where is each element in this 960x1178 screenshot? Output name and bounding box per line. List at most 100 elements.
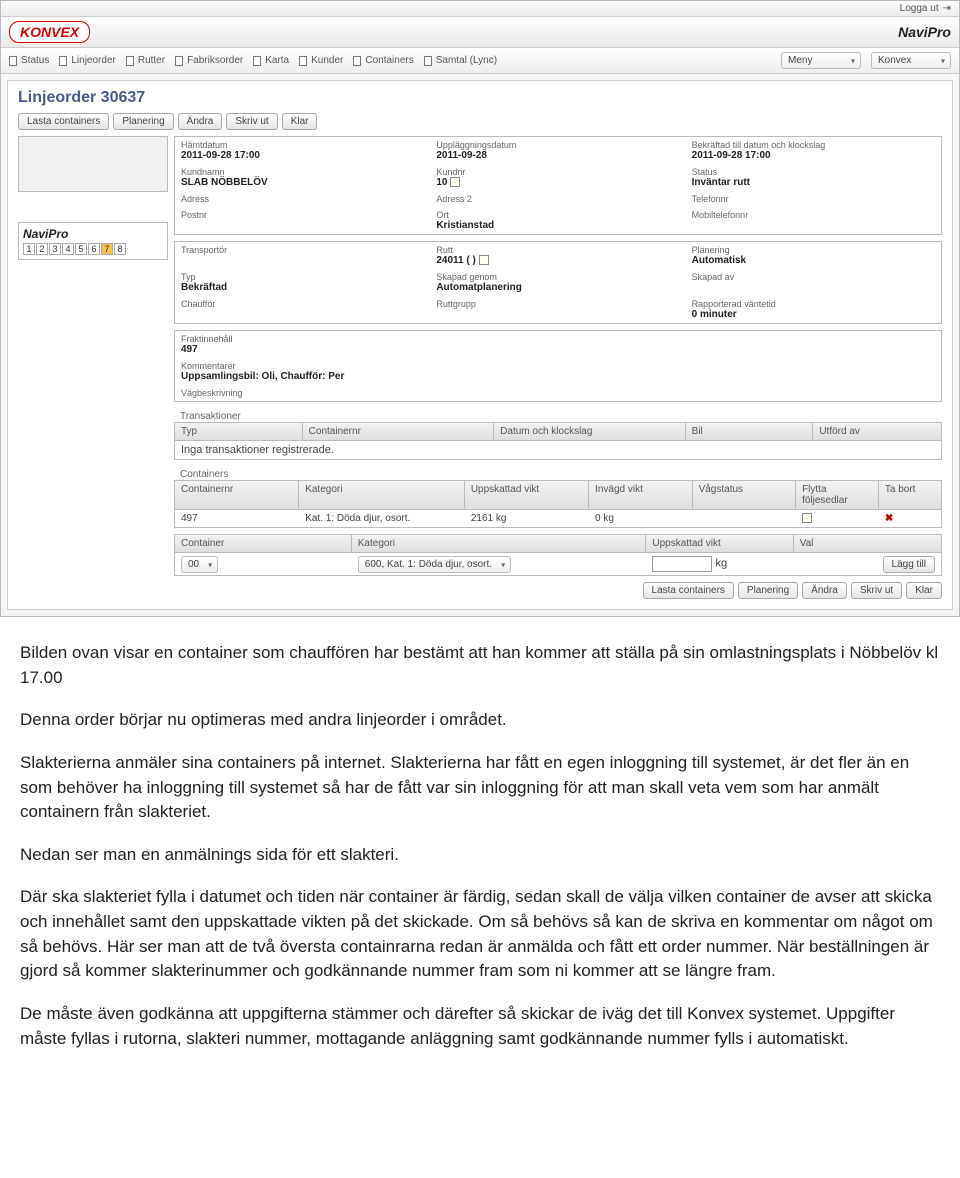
rapporterad-label: Rapporterad väntetid	[692, 299, 935, 309]
transportor-label: Transportör	[181, 245, 424, 255]
nav-kunder[interactable]: Kunder	[299, 55, 343, 66]
pager-page[interactable]: 8	[114, 243, 126, 255]
nav-status[interactable]: Status	[9, 55, 49, 66]
nav-containers[interactable]: Containers	[353, 55, 413, 66]
order-info-panel: Hämtdatum2011-09-28 17:00 Uppläggningsda…	[174, 136, 942, 235]
upplaggning-label: Uppläggningsdatum	[436, 140, 679, 150]
page-icon	[253, 56, 261, 66]
postnr-label: Postnr	[181, 210, 424, 220]
page-icon	[59, 56, 67, 66]
pager-page[interactable]: 1	[23, 243, 35, 255]
nav-linjeorder[interactable]: Linjeorder	[59, 55, 115, 66]
vikt-unit: kg	[715, 558, 727, 570]
trans-col-containernr: Containernr	[303, 423, 495, 440]
skapad-genom-label: Skapad genom	[436, 272, 679, 282]
adress-label: Adress	[181, 194, 424, 204]
cont-col-flytta: Flytta följesedlar	[796, 481, 879, 509]
edit-icon[interactable]	[479, 255, 489, 265]
doc-p2: Denna order börjar nu optimeras med andr…	[20, 708, 940, 733]
map-widget[interactable]: NaviPro 1 2 3 4 5 6 7 8	[18, 222, 168, 260]
planering-label: Planering	[692, 245, 935, 255]
lagg-till-button[interactable]: Lägg till	[883, 556, 935, 573]
trans-empty: Inga transaktioner registrerade.	[175, 441, 941, 459]
doc-p1: Bilden ovan visar en container som chauf…	[20, 641, 940, 690]
skapad-genom-value: Automatplanering	[436, 282, 679, 293]
planering-button-footer[interactable]: Planering	[738, 582, 798, 599]
pager-page[interactable]: 5	[75, 243, 87, 255]
document-body: Bilden ovan visar en container som chauf…	[0, 617, 960, 1109]
page-title: Linjeorder 30637	[18, 89, 942, 107]
thumbnail[interactable]	[18, 136, 168, 192]
page-icon	[126, 56, 134, 66]
logout-link[interactable]: Logga ut	[900, 3, 939, 14]
doc-p5: Där ska slakteriet fylla i datumet och t…	[20, 885, 940, 984]
konvex-logo: KONVEX	[9, 21, 90, 43]
klar-button[interactable]: Klar	[282, 113, 318, 130]
pager-page[interactable]: 2	[36, 243, 48, 255]
pager-page[interactable]: 6	[88, 243, 100, 255]
add-container-panel: Container Kategori Uppskattad vikt Val 0…	[174, 534, 942, 576]
nav-samtal[interactable]: Samtal (Lync)	[424, 55, 497, 66]
lasta-button[interactable]: Lasta containers	[18, 113, 109, 130]
ort-value: Kristianstad	[436, 220, 679, 231]
status-label: Status	[692, 167, 935, 177]
planering-button[interactable]: Planering	[113, 113, 173, 130]
fraktinnehall-value: 497	[181, 344, 935, 355]
bekraftad-value: 2011-09-28 17:00	[692, 150, 935, 161]
skrivut-button[interactable]: Skriv ut	[226, 113, 277, 130]
vikt-input[interactable]	[652, 556, 712, 572]
skapad-av-label: Skapad av	[692, 272, 935, 282]
chauffor-label: Chaufför	[181, 299, 424, 309]
container-row: 497 Kat. 1: Döda djur, osort. 2161 kg 0 …	[175, 510, 941, 527]
fraktinnehall-label: Fraktinnehåll	[181, 334, 935, 344]
page-icon	[353, 56, 361, 66]
nav-rutter[interactable]: Rutter	[126, 55, 165, 66]
andra-button-footer[interactable]: Ändra	[802, 582, 847, 599]
kundnamn-value: SLAB NÖBBELÖV	[181, 177, 424, 188]
kundnr-value: 10	[436, 177, 679, 188]
mobil-label: Mobiltelefonnr	[692, 210, 935, 220]
trans-col-utford: Utförd av	[813, 423, 941, 440]
nav-karta[interactable]: Karta	[253, 55, 289, 66]
context-dropdown[interactable]: Konvex	[871, 52, 951, 69]
container-invagd: 0 kg	[589, 510, 693, 527]
telefon-label: Telefonnr	[692, 194, 935, 204]
ort-label: Ort	[436, 210, 679, 220]
rapporterad-value: 0 minuter	[692, 309, 935, 320]
edit-icon[interactable]	[450, 177, 460, 187]
kundnr-label: Kundnr	[436, 167, 679, 177]
cont-col-kat: Kategori	[299, 481, 465, 509]
lasta-button-footer[interactable]: Lasta containers	[643, 582, 734, 599]
rutt-label: Rutt	[436, 245, 679, 255]
nav-fabriksorder[interactable]: Fabriksorder	[175, 55, 243, 66]
trans-col-bil: Bil	[686, 423, 814, 440]
kommentarer-label: Kommentarer	[181, 361, 935, 371]
pager-page[interactable]: 4	[62, 243, 74, 255]
pager-page[interactable]: 3	[49, 243, 61, 255]
klar-button-footer[interactable]: Klar	[906, 582, 942, 599]
main-column: Hämtdatum2011-09-28 17:00 Uppläggningsda…	[174, 136, 942, 599]
navipro-logo-small: NaviPro	[23, 227, 68, 241]
kategori-select[interactable]: 600, Kat. 1: Döda djur, osort.	[358, 556, 511, 573]
containers-title: Containers	[174, 466, 942, 480]
menu-dropdown[interactable]: Meny	[781, 52, 861, 69]
andra-button[interactable]: Ändra	[178, 113, 223, 130]
container-uppskattad: 2161 kg	[465, 510, 589, 527]
cont-col-nr: Containernr	[175, 481, 299, 509]
pager-page-active[interactable]: 7	[101, 243, 113, 255]
hamtdatum-value: 2011-09-28 17:00	[181, 150, 424, 161]
cont-col-uppskattad: Uppskattad vikt	[465, 481, 589, 509]
topbar: Logga ut ⇥	[1, 1, 959, 17]
doc-p3: Slakterierna anmäler sina containers på …	[20, 751, 940, 825]
addc-col-container: Container	[175, 535, 352, 552]
addc-col-val: Val	[794, 535, 941, 552]
skrivut-button-footer[interactable]: Skriv ut	[851, 582, 902, 599]
doc-p6: De måste även godkänna att uppgifterna s…	[20, 1002, 940, 1051]
footer-button-row: Lasta containers Planering Ändra Skriv u…	[174, 582, 942, 599]
container-select[interactable]: 00	[181, 556, 218, 573]
delete-icon[interactable]: ✖	[885, 513, 893, 524]
ruttgrupp-label: Ruttgrupp	[436, 299, 679, 309]
move-icon[interactable]	[802, 513, 812, 523]
cont-col-vagstatus: Vågstatus	[693, 481, 797, 509]
logout-icon[interactable]: ⇥	[943, 3, 951, 14]
